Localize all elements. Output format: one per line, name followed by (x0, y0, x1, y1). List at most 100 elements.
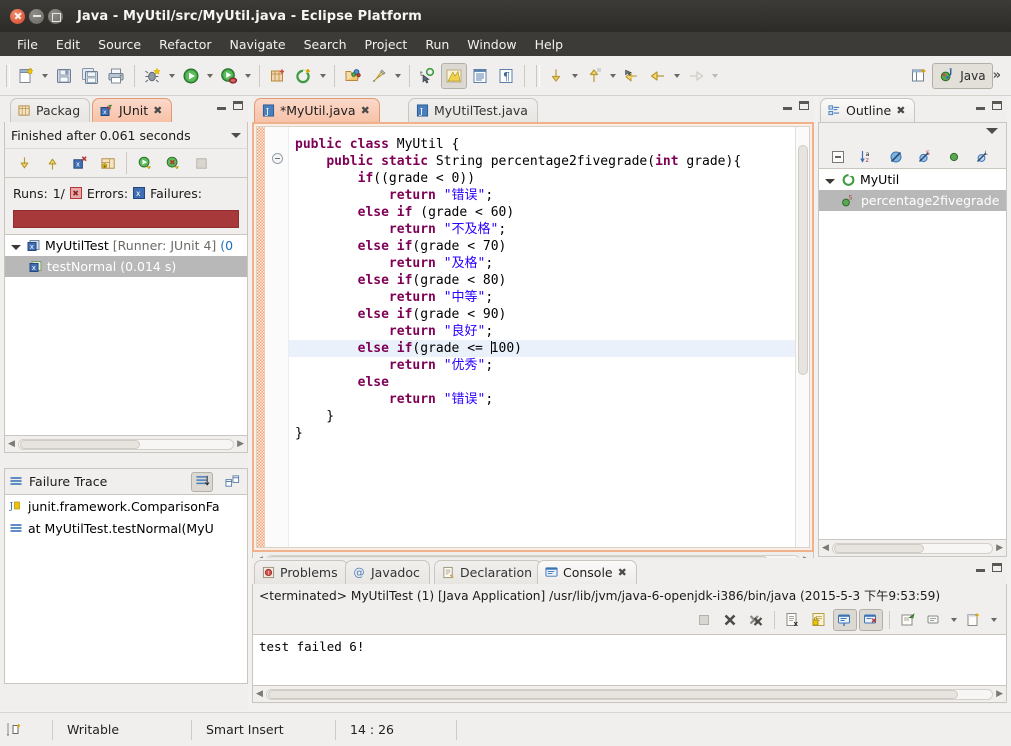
show-console-on-error-icon[interactable]: ✖ (859, 609, 883, 631)
clear-console-icon[interactable]: x (781, 609, 805, 631)
debug-icon[interactable] (140, 63, 166, 89)
console-output[interactable]: test failed 6! (252, 634, 1007, 686)
back-dropdown-arrow[interactable] (671, 63, 683, 89)
menu-item-file[interactable]: File (8, 34, 47, 55)
view-menu-icon[interactable] (986, 128, 998, 134)
scrollbar-track[interactable] (17, 438, 235, 450)
menu-item-source[interactable]: Source (89, 34, 150, 55)
new-wizard-dropdown-arrow[interactable] (39, 63, 51, 89)
tab-javadoc[interactable]: @ Javadoc (345, 560, 430, 584)
previous-annotation-dropdown-arrow[interactable] (607, 63, 619, 89)
perspective-switcher-java[interactable]: J Java (932, 62, 993, 89)
toolbar-grip-2[interactable] (536, 64, 540, 87)
run-coverage-icon[interactable] (216, 63, 242, 89)
scroll-left-arrow-icon[interactable]: ◀ (256, 689, 263, 699)
list-item[interactable]: x testNormal (0.014 s) (5, 256, 247, 277)
close-icon[interactable]: ✖ (361, 104, 370, 117)
save-icon[interactable] (51, 63, 77, 89)
open-type-icon[interactable] (340, 63, 366, 89)
maximize-icon[interactable] (992, 101, 1002, 110)
menu-item-search[interactable]: Search (295, 34, 356, 55)
remove-all-launches-icon[interactable] (744, 609, 768, 631)
next-failure-icon[interactable] (11, 151, 37, 175)
hide-local-types-icon[interactable]: L (970, 145, 996, 169)
hide-nonpublic-icon[interactable] (941, 145, 967, 169)
menu-item-navigate[interactable]: Navigate (221, 34, 295, 55)
open-console-icon[interactable] (962, 609, 986, 631)
rerun-test-icon[interactable] (132, 151, 158, 175)
junit-horizontal-scrollbar[interactable]: ◀ ▶ (4, 436, 248, 453)
pin-console-icon[interactable] (896, 609, 920, 631)
back-icon[interactable] (645, 63, 671, 89)
search-dropdown-arrow[interactable] (392, 63, 404, 89)
menu-item-edit[interactable]: Edit (47, 34, 89, 55)
debug-dropdown-arrow[interactable] (166, 63, 178, 89)
minimize-window-button[interactable] (29, 8, 44, 24)
compare-result-icon[interactable] (221, 472, 243, 492)
last-edit-location-icon[interactable] (619, 63, 645, 89)
editor-gutter[interactable] (265, 127, 289, 547)
list-item[interactable]: MyUtil (819, 169, 1006, 190)
editor-vertical-scrollbar[interactable] (795, 127, 809, 547)
chevron-down-icon[interactable] (11, 244, 21, 250)
run-icon[interactable] (178, 63, 204, 89)
hide-static-icon[interactable]: S (912, 145, 938, 169)
show-console-on-output-icon[interactable] (833, 609, 857, 631)
scrollbar-track[interactable] (265, 688, 994, 700)
previous-failure-icon[interactable] (39, 151, 65, 175)
menu-item-refactor[interactable]: Refactor (150, 34, 220, 55)
menu-item-project[interactable]: Project (356, 34, 417, 55)
maximize-icon[interactable] (233, 101, 243, 110)
forward-icon[interactable] (683, 63, 709, 89)
scrollbar-thumb[interactable] (798, 145, 808, 375)
run-dropdown-arrow[interactable] (204, 63, 216, 89)
scrollbar-track[interactable] (831, 542, 994, 554)
scroll-left-arrow-icon[interactable]: ◀ (822, 543, 829, 553)
list-item[interactable]: J junit.framework.ComparisonFa (5, 495, 247, 517)
list-item[interactable]: S percentage2fivegrade (819, 190, 1006, 211)
scroll-right-arrow-icon[interactable]: ▶ (996, 543, 1003, 553)
close-icon[interactable]: ✖ (153, 104, 162, 117)
next-annotation-dropdown-arrow[interactable] (569, 63, 581, 89)
menu-item-window[interactable]: Window (458, 34, 525, 55)
source-code[interactable]: public class MyUtil { public static Stri… (289, 127, 809, 547)
toggle-mark-occurrences-icon[interactable]: t (415, 63, 441, 89)
console-horizontal-scrollbar[interactable]: ◀ ▶ (252, 686, 1007, 703)
search-icon[interactable] (366, 63, 392, 89)
remove-launch-icon[interactable] (718, 609, 742, 631)
minimize-icon[interactable] (976, 568, 985, 572)
toolbar-overflow-button[interactable]: » (993, 68, 1001, 83)
scroll-right-arrow-icon[interactable]: ▶ (996, 689, 1003, 699)
maximize-icon[interactable] (799, 101, 809, 110)
menu-item-help[interactable]: Help (526, 34, 573, 55)
toggle-block-selection-icon[interactable] (467, 63, 493, 89)
open-console-dropdown-arrow[interactable] (988, 607, 1000, 633)
new-java-class-icon[interactable] (291, 63, 317, 89)
minimize-icon[interactable] (783, 106, 792, 110)
menu-item-run[interactable]: Run (416, 34, 458, 55)
tab-package-explorer[interactable]: Packag (10, 98, 91, 122)
filter-stack-trace-icon[interactable] (191, 471, 213, 492)
tab-outline[interactable]: Outline ✖ (820, 98, 916, 122)
open-perspective-icon[interactable] (906, 63, 932, 89)
show-test-hierarchy-icon[interactable] (95, 151, 121, 175)
maximize-icon[interactable] (992, 563, 1002, 572)
new-java-class-dropdown-arrow[interactable] (317, 63, 329, 89)
scroll-left-arrow-icon[interactable]: ◀ (8, 439, 15, 449)
tab-myutil-java[interactable]: J *MyUtil.java ✖ (254, 98, 380, 122)
previous-annotation-icon[interactable] (581, 63, 607, 89)
close-icon[interactable]: ✖ (618, 566, 627, 579)
tab-myutiltest-java[interactable]: J MyUtilTest.java (408, 98, 538, 122)
paragraph-marks-icon[interactable]: ¶ (493, 63, 519, 89)
tab-problems[interactable]: ! Problems (254, 560, 348, 584)
toolbar-grip[interactable] (6, 64, 10, 87)
scroll-right-arrow-icon[interactable]: ▶ (237, 439, 244, 449)
list-item[interactable]: x MyUtilTest [Runner: JUnit 4] (0 (5, 235, 247, 256)
display-selected-console-icon[interactable] (922, 609, 946, 631)
close-window-button[interactable] (10, 8, 25, 24)
hide-fields-icon[interactable] (883, 145, 909, 169)
rerun-failed-tests-icon[interactable]: ✖ (160, 151, 186, 175)
minimize-icon[interactable] (976, 106, 985, 110)
display-selected-console-dropdown-arrow[interactable] (948, 607, 960, 633)
scrollbar-thumb[interactable] (833, 543, 924, 553)
